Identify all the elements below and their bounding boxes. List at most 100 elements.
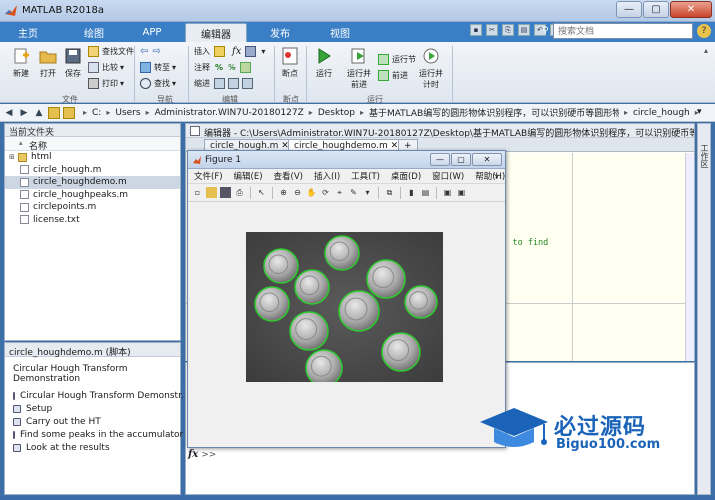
find-button[interactable]: 查找 ▾ xyxy=(140,78,176,89)
workspace-strip[interactable]: 工作区 xyxy=(697,123,711,495)
save-quick-icon[interactable]: ▪ xyxy=(470,24,482,36)
new-button[interactable]: 新建 xyxy=(8,46,34,79)
ribbon-collapse-icon[interactable]: ▴ xyxy=(704,46,708,55)
list-item[interactable]: circlepoints.m xyxy=(5,201,180,214)
data-cursor-icon[interactable]: ⌖ xyxy=(334,187,345,198)
run-and-time-button[interactable]: 运行并 计时 xyxy=(416,46,446,90)
open-button[interactable]: 打开 xyxy=(36,46,60,79)
menu-insert[interactable]: 插入(I) xyxy=(314,170,340,182)
breadcrumb-segment[interactable]: Users xyxy=(115,108,140,118)
tab-home[interactable]: 主页 xyxy=(8,23,48,42)
breadcrumb-segment[interactable]: 基于MATLAB编写的圆形物体识别程序，可以识别硬币等圆形物体 xyxy=(369,106,619,119)
brush-icon[interactable]: ✎ xyxy=(348,187,359,198)
run-section-button[interactable]: 运行节 xyxy=(378,54,416,65)
expand-icon[interactable]: ⊞ xyxy=(9,153,17,161)
up-folder-icon[interactable]: ▲ xyxy=(33,107,45,119)
menu-desktop[interactable]: 桌面(D) xyxy=(391,170,421,182)
show-plot-tools-icon[interactable]: ▣ xyxy=(456,187,467,198)
save-button[interactable]: 保存 xyxy=(62,46,84,79)
minimize-button[interactable]: — xyxy=(616,1,642,18)
figure-maximize-button[interactable]: ▢ xyxy=(451,153,471,166)
pointer-icon[interactable]: ↖ xyxy=(256,187,267,198)
tab-plots[interactable]: 绘图 xyxy=(72,23,116,42)
percent-icon[interactable]: % xyxy=(215,63,223,72)
open-icon[interactable] xyxy=(206,187,217,198)
advance-button[interactable]: 前进 xyxy=(378,70,408,81)
comment-button[interactable]: 注释 % %̶ xyxy=(194,62,254,73)
breadcrumb-segment[interactable]: circle_hough xyxy=(633,108,690,118)
tab-apps[interactable]: APP xyxy=(132,23,172,42)
uncomment-icon[interactable]: %̶ xyxy=(228,63,236,72)
browse-folder-icon[interactable] xyxy=(48,106,60,119)
menu-file[interactable]: 文件(F) xyxy=(194,170,223,182)
menu-edit[interactable]: 编辑(E) xyxy=(234,170,263,182)
menu-tools[interactable]: 工具(T) xyxy=(351,170,380,182)
hide-plot-tools-icon[interactable]: ▣ xyxy=(442,187,453,198)
menu-view[interactable]: 查看(V) xyxy=(274,170,303,182)
breadcrumb-segment[interactable]: Desktop xyxy=(318,108,355,118)
compare-button[interactable]: 比较 ▾ xyxy=(88,62,124,73)
rotate-icon[interactable]: ⟳ xyxy=(320,187,331,198)
figure-minimize-button[interactable]: — xyxy=(430,153,450,166)
back-icon[interactable]: ◀ xyxy=(3,107,15,119)
list-item[interactable]: Circular Hough Transform Demonstr... xyxy=(5,389,190,402)
insert-button[interactable]: 插入 fx ▾ xyxy=(194,46,265,57)
goto-button[interactable]: 转至 ▾ xyxy=(140,62,176,73)
colorbar-icon[interactable]: ▮ xyxy=(406,187,417,198)
tab-editor[interactable]: 编辑器 xyxy=(185,23,247,42)
indent-button[interactable]: 缩进 xyxy=(194,78,256,89)
command-prompt[interactable]: fx >> xyxy=(188,449,216,460)
link-plot-icon[interactable]: ⧉ xyxy=(384,187,395,198)
fx-icon[interactable]: fx xyxy=(232,46,241,57)
smart-indent-icon[interactable] xyxy=(214,78,225,89)
print-button[interactable]: 打印 ▾ xyxy=(88,78,124,89)
run-button[interactable]: 运行 xyxy=(310,46,338,79)
menu-window[interactable]: 窗口(W) xyxy=(432,170,464,182)
close-button[interactable]: ✕ xyxy=(670,1,712,18)
vertical-scrollbar[interactable] xyxy=(685,153,694,361)
list-item[interactable]: circle_hough.m xyxy=(5,164,180,177)
tab-view[interactable]: 视图 xyxy=(318,23,362,42)
help-icon[interactable]: ? xyxy=(697,24,711,38)
list-item[interactable]: ⊞ html xyxy=(5,151,180,164)
nav-arrows[interactable]: ⇦ ⇨ xyxy=(140,46,161,57)
list-item[interactable]: circle_houghdemo.m xyxy=(5,176,180,189)
search-input[interactable] xyxy=(553,23,693,39)
coin-detection-image[interactable] xyxy=(246,232,443,382)
wrap-icon[interactable] xyxy=(239,62,251,73)
copy-quick-icon[interactable]: ⎘ xyxy=(502,24,514,36)
figure-window[interactable]: Figure 1 — ▢ ✕ 文件(F) 编辑(E) 查看(V) 插入(I) 工… xyxy=(187,150,506,448)
navigate-forward-icon[interactable]: ⇨ xyxy=(152,46,160,57)
list-item[interactable]: Find some peaks in the accumulator xyxy=(5,428,183,441)
breakpoints-button[interactable]: 断点 xyxy=(278,46,302,79)
breadcrumb-segment[interactable]: Administrator.WIN7U-20180127Z xyxy=(155,108,304,118)
zoom-out-icon[interactable]: ⊖ xyxy=(292,187,303,198)
pan-icon[interactable]: ✋ xyxy=(306,187,317,198)
print-icon[interactable]: ⎙ xyxy=(234,187,245,198)
menu-dock-icon[interactable]: ↘ xyxy=(492,171,499,180)
list-item[interactable]: Carry out the HT xyxy=(5,415,180,428)
maximize-button[interactable]: ▢ xyxy=(643,1,669,18)
indent-icon[interactable] xyxy=(228,78,239,89)
root-folder-icon[interactable] xyxy=(63,106,75,119)
find-files-button[interactable]: 查找文件 xyxy=(88,46,134,57)
address-dropdown-icon[interactable]: ▾ xyxy=(697,107,702,117)
list-item[interactable]: license.txt xyxy=(5,214,180,227)
figure-title-bar[interactable]: Figure 1 — ▢ ✕ xyxy=(188,151,505,169)
legend-icon[interactable]: ▤ xyxy=(420,187,431,198)
paste-quick-icon[interactable]: ▤ xyxy=(518,24,530,36)
save-icon[interactable] xyxy=(220,187,231,198)
list-item[interactable]: Setup xyxy=(5,402,180,415)
figure-close-button[interactable]: ✕ xyxy=(472,153,502,166)
brush-dropdown-icon[interactable]: ▾ xyxy=(362,187,373,198)
run-advance-button[interactable]: 运行并 前进 xyxy=(342,46,376,90)
navigate-back-icon[interactable]: ⇦ xyxy=(140,46,148,57)
zoom-in-icon[interactable]: ⊕ xyxy=(278,187,289,198)
tab-publish[interactable]: 发布 xyxy=(258,23,302,42)
name-column-header[interactable]: ▴ 名称 xyxy=(5,137,180,152)
outdent-icon[interactable] xyxy=(242,78,253,89)
fx-icon[interactable]: fx xyxy=(188,449,198,460)
figure-axes-area[interactable]: ⋰ xyxy=(188,203,505,447)
breadcrumb-segment[interactable]: C: xyxy=(92,108,101,118)
list-item[interactable]: Look at the results xyxy=(5,441,180,454)
